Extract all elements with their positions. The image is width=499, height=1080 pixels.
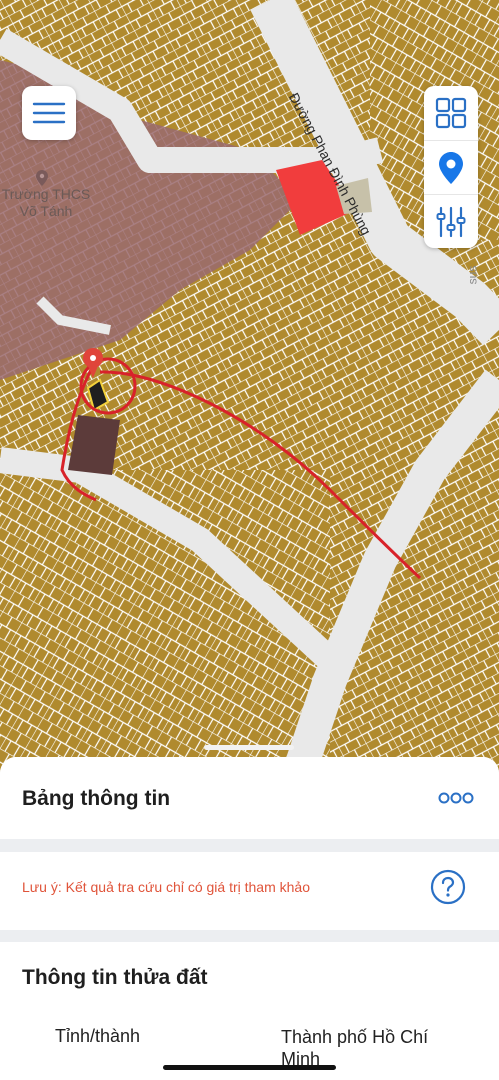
more-dots-icon[interactable] [438,791,474,805]
province-label: Tỉnh/thành [55,1026,141,1046]
info-sheet: Bảng thông tin Lưu ý: Kết quả tra cứu ch… [0,757,499,1080]
map-tools-panel [424,86,478,248]
map-watermark: sus [465,265,480,285]
filter-button[interactable] [424,194,478,249]
info-sheet-header: Bảng thông tin [0,757,499,839]
land-parcel-map[interactable]: Đường Phan Đình Phùng Trường THCS Võ Tán… [0,0,499,770]
hamburger-menu-icon [32,102,66,124]
sheet-title: Bảng thông tin [22,787,171,810]
school-map-pin-icon [36,170,48,186]
school-label: Trường THCS Võ Tánh [1,186,91,219]
layers-button[interactable] [424,86,478,140]
sliders-filter-icon [436,206,466,238]
home-indicator [163,1065,336,1070]
province-value: Thành phố Hồ Chí Minh [281,1027,429,1069]
my-location-button[interactable] [424,140,478,195]
disclaimer-note: Lưu ý: Kết quả tra cứu chỉ có giá trị th… [22,879,310,895]
parcel-info-card: Thông tin thửa đất Tỉnh/thành Thành phố … [0,942,499,1080]
disclaimer-card: Lưu ý: Kết quả tra cứu chỉ có giá trị th… [0,852,499,930]
grid-layers-icon [435,97,467,129]
sheet-drag-handle[interactable] [204,745,294,750]
help-circle-icon[interactable] [430,869,466,905]
location-pin-icon [439,152,463,184]
menu-button[interactable] [22,86,76,140]
section-title: Thông tin thửa đất [22,966,208,989]
